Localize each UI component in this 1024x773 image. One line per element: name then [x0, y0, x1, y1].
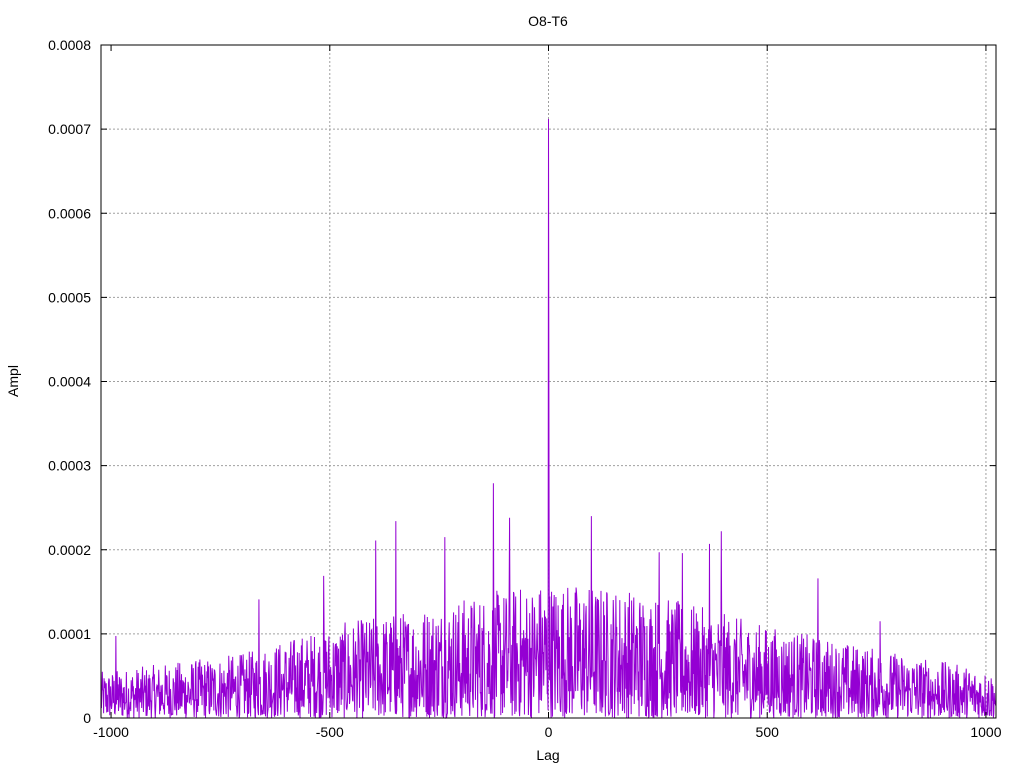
x-tick-label: -500: [316, 724, 344, 740]
axis-ticks: -1000 -500 0 500 1000 0 0.0001 0.0002 0.0003 0.00…: [48, 37, 1002, 740]
chart: O8-T6 Lag Ampl -1000 -500 0 500 1000 0 0.0001 0…: [5, 13, 1002, 763]
y-axis-label: Ampl: [5, 365, 21, 397]
y-tick-label: 0.0007: [48, 121, 91, 137]
x-axis-label: Lag: [536, 747, 559, 763]
y-tick-label: 0.0001: [48, 626, 91, 642]
chart-title: O8-T6: [528, 13, 568, 29]
series-line: [100, 119, 997, 720]
y-tick-label: 0.0008: [48, 37, 91, 53]
x-tick-label: 1000: [970, 724, 1001, 740]
x-tick-label: -1000: [93, 724, 129, 740]
y-tick-label: 0: [83, 710, 91, 726]
y-tick-label: 0.0004: [48, 374, 91, 390]
series-path: [100, 119, 997, 720]
x-tick-label: 0: [545, 724, 553, 740]
y-tick-label: 0.0005: [48, 289, 91, 305]
x-tick-label: 500: [756, 724, 780, 740]
y-tick-label: 0.0006: [48, 205, 91, 221]
y-tick-label: 0.0003: [48, 458, 91, 474]
y-tick-label: 0.0002: [48, 542, 91, 558]
